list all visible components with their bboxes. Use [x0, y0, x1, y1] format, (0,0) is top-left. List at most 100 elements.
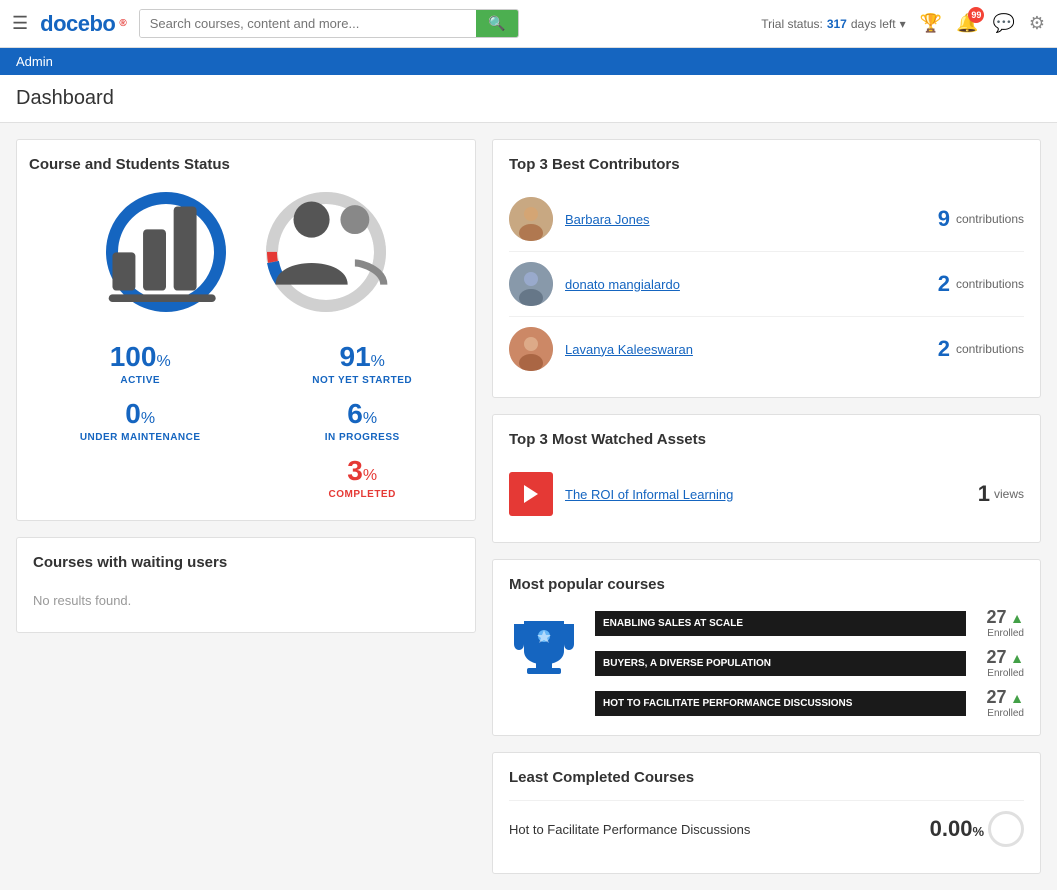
- completed-number: 3%: [329, 455, 396, 487]
- enroll-count-2: 27: [986, 687, 1006, 707]
- active-chart: [101, 187, 231, 317]
- least-completed-title: Least Completed Courses: [509, 769, 1024, 786]
- contrib-count-1: 2: [938, 271, 950, 297]
- course-status-card: Course and Students Status: [16, 139, 476, 521]
- course-bar-row-1: BUYERS, A DIVERSE POPULATION 27 ▲ Enroll…: [595, 647, 1024, 679]
- enroll-arrow-0: ▲: [1010, 610, 1024, 626]
- contributor-name-1[interactable]: donato mangialardo: [565, 277, 938, 292]
- not-started-number: 91%: [312, 341, 412, 373]
- search-bar: 🔍: [139, 9, 519, 38]
- search-icon: 🔍: [488, 15, 505, 31]
- waiting-users-card: Courses with waiting users No results fo…: [16, 537, 476, 633]
- active-donut: [101, 187, 231, 317]
- page-title-bar: Dashboard: [0, 75, 1057, 123]
- avatar-2: [509, 327, 553, 371]
- course-status-title: Course and Students Status: [29, 156, 463, 173]
- notifications-button[interactable]: 🔔 99: [956, 13, 978, 34]
- enroll-arrow-2: ▲: [1010, 690, 1024, 706]
- watched-assets-title: Top 3 Most Watched Assets: [509, 431, 1024, 448]
- chat-icon: 💬: [992, 13, 1014, 33]
- admin-label: Admin: [16, 54, 53, 69]
- enroll-label-0: Enrolled: [974, 628, 1024, 639]
- charts-row: [29, 187, 463, 317]
- contributors-title: Top 3 Best Contributors: [509, 156, 1024, 173]
- views-label-0: views: [994, 487, 1024, 501]
- asset-title-0[interactable]: The ROI of Informal Learning: [565, 487, 978, 502]
- not-started-stat: 91% NOT YET STARTED: [312, 341, 412, 386]
- trial-status: Trial status: 317 days left ▾: [761, 17, 905, 31]
- least-pct-0: 0.00%: [930, 816, 984, 842]
- notification-badge: 99: [968, 7, 984, 23]
- completed-label: COMPLETED: [329, 489, 396, 500]
- contributors-card: Top 3 Best Contributors Barbara Jones 9 …: [492, 139, 1041, 398]
- header-right: Trial status: 317 days left ▾ 🏆 🔔 99 💬 ⚙: [761, 13, 1045, 34]
- contributor-name-0[interactable]: Barbara Jones: [565, 212, 938, 227]
- course-bar-1: BUYERS, A DIVERSE POPULATION: [595, 651, 966, 676]
- avatar-0: [509, 197, 553, 241]
- course-bar-row-2: HOT TO FACILITATE PERFORMANCE DISCUSSION…: [595, 687, 1024, 719]
- contributor-row-1: donato mangialardo 2 contributions: [509, 252, 1024, 317]
- enroll-info-2: 27 ▲ Enrolled: [974, 687, 1024, 719]
- not-started-label: NOT YET STARTED: [312, 375, 412, 386]
- in-progress-number: 6%: [325, 398, 400, 430]
- left-column: Course and Students Status: [16, 139, 476, 874]
- enroll-count-1: 27: [986, 647, 1006, 667]
- contributor-row-0: Barbara Jones 9 contributions: [509, 187, 1024, 252]
- contrib-count-0: 9: [938, 206, 950, 232]
- waiting-users-title: Courses with waiting users: [33, 554, 459, 571]
- menu-icon[interactable]: ☰: [12, 13, 28, 34]
- contributor-name-2[interactable]: Lavanya Kaleeswaran: [565, 342, 938, 357]
- search-input[interactable]: [140, 10, 477, 37]
- admin-bar: Admin: [0, 48, 1057, 75]
- gear-icon: ⚙: [1029, 13, 1045, 33]
- logo-text: docebo: [40, 11, 115, 37]
- least-course-title-0: Hot to Facilitate Performance Discussion…: [509, 822, 930, 837]
- popular-courses-card: Most popular courses ENABLING: [492, 559, 1041, 736]
- trophy-icon-button[interactable]: 🏆: [920, 13, 942, 34]
- enroll-label-1: Enrolled: [974, 668, 1024, 679]
- active-label: ACTIVE: [110, 375, 171, 386]
- chat-button[interactable]: 💬: [992, 13, 1014, 34]
- asset-thumb-0: [509, 472, 553, 516]
- contrib-label-1: contributions: [956, 277, 1024, 291]
- enroll-count-0: 27: [986, 607, 1006, 627]
- course-bar-0: ENABLING SALES AT SCALE: [595, 611, 966, 636]
- header: ☰ docebo ® 🔍 Trial status: 317 days left…: [0, 0, 1057, 48]
- course-bar-2: HOT TO FACILITATE PERFORMANCE DISCUSSION…: [595, 691, 966, 716]
- views-count-0: 1: [978, 481, 990, 507]
- enroll-label-2: Enrolled: [974, 708, 1024, 719]
- course-bar-row-0: ENABLING SALES AT SCALE 27 ▲ Enrolled: [595, 607, 1024, 639]
- contributor-row-2: Lavanya Kaleeswaran 2 contributions: [509, 317, 1024, 381]
- students-chart: [261, 187, 391, 317]
- trophy-icon: [509, 616, 579, 710]
- enroll-arrow-1: ▲: [1010, 650, 1024, 666]
- right-column: Top 3 Best Contributors Barbara Jones 9 …: [492, 139, 1041, 874]
- course-bars: ENABLING SALES AT SCALE 27 ▲ Enrolled BU…: [595, 607, 1024, 719]
- least-completed-card: Least Completed Courses Hot to Facilitat…: [492, 752, 1041, 874]
- in-progress-label: IN PROGRESS: [325, 432, 400, 443]
- active-stat: 100% ACTIVE: [110, 341, 171, 386]
- no-results-text: No results found.: [33, 585, 459, 616]
- users-icon: [261, 184, 391, 321]
- page-title: Dashboard: [16, 87, 1041, 110]
- least-row-0: Hot to Facilitate Performance Discussion…: [509, 800, 1024, 857]
- progress-circle-0: [988, 811, 1024, 847]
- settings-button[interactable]: ⚙: [1029, 13, 1045, 34]
- enroll-info-1: 27 ▲ Enrolled: [974, 647, 1024, 679]
- contrib-label-2: contributions: [956, 342, 1024, 356]
- main-content: Course and Students Status: [0, 123, 1057, 890]
- students-donut: [261, 187, 391, 317]
- watched-assets-card: Top 3 Most Watched Assets The ROI of Inf…: [492, 414, 1041, 543]
- contrib-count-2: 2: [938, 336, 950, 362]
- completed-stat: 3% COMPLETED: [329, 455, 396, 500]
- enroll-info-0: 27 ▲ Enrolled: [974, 607, 1024, 639]
- trial-dropdown-icon[interactable]: ▾: [900, 17, 906, 31]
- maintenance-label: UNDER MAINTENANCE: [80, 432, 201, 443]
- in-progress-stat: 6% IN PROGRESS: [325, 398, 400, 443]
- search-button[interactable]: 🔍: [476, 10, 517, 37]
- logo: docebo ®: [40, 11, 127, 37]
- asset-row-0: The ROI of Informal Learning 1 views: [509, 462, 1024, 526]
- trophy-icon: 🏆: [920, 13, 942, 33]
- avatar-1: [509, 262, 553, 306]
- contrib-label-0: contributions: [956, 212, 1024, 226]
